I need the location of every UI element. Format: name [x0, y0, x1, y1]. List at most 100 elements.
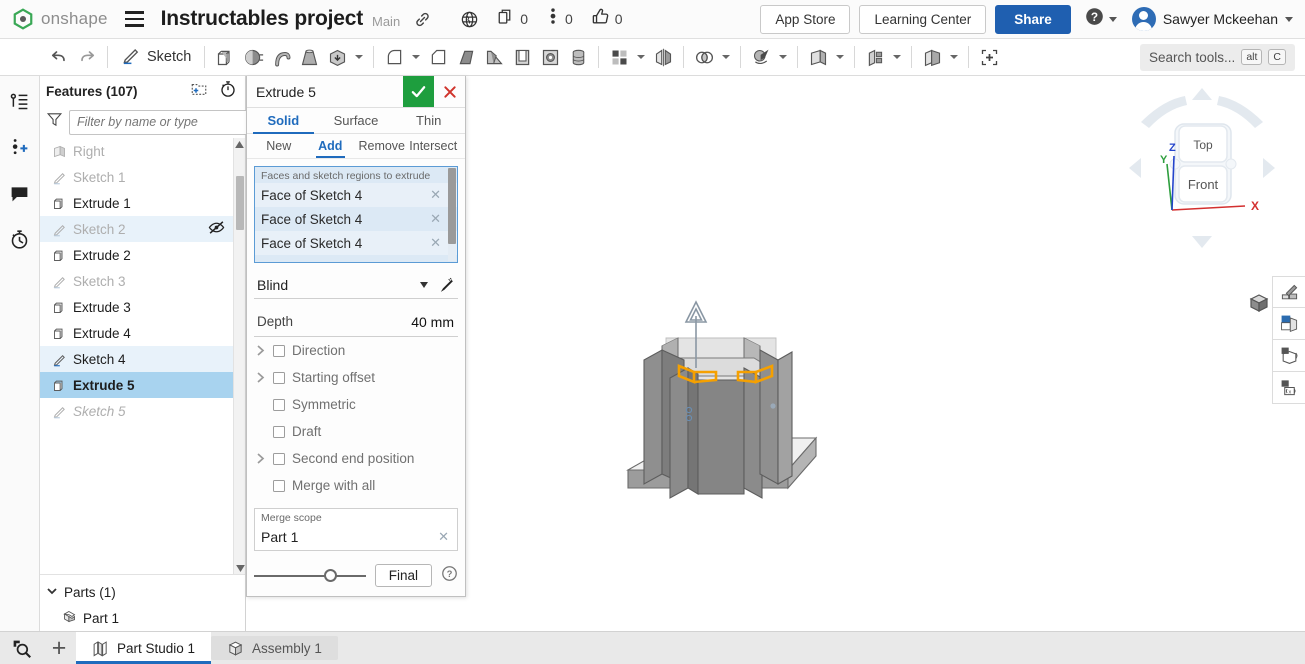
hamburger-menu-icon[interactable] [122, 6, 148, 32]
page-title[interactable]: Instructables project [161, 7, 363, 31]
face-item[interactable]: Face of Sketch 4✕ [255, 207, 457, 231]
select-all-icon[interactable] [975, 42, 1003, 72]
confirm-button[interactable] [403, 76, 434, 107]
option-second-end-position[interactable]: Second end position [254, 445, 458, 472]
feature-row-sketch-4[interactable]: Sketch 4 [40, 346, 233, 372]
merge-scope-row[interactable]: Part 1 ✕ [255, 524, 457, 550]
cancel-button[interactable] [434, 76, 465, 107]
shell-icon[interactable] [508, 42, 536, 72]
checkbox[interactable] [273, 345, 285, 357]
mirror-icon[interactable] [649, 42, 677, 72]
app-store-button[interactable]: App Store [760, 5, 850, 34]
checkbox[interactable] [273, 426, 285, 438]
more-solid-tools-icon[interactable] [323, 42, 351, 72]
chevron-right-icon[interactable] [254, 453, 266, 464]
derive-icon[interactable] [918, 42, 946, 72]
subtab-add[interactable]: Add [305, 134, 357, 158]
chevron-down-icon[interactable] [950, 55, 958, 59]
likes-stat[interactable]: 0 [591, 7, 623, 31]
feature-row-extrude-2[interactable]: Extrude 2 [40, 242, 233, 268]
add-tab-icon[interactable]: + [42, 632, 76, 664]
remove-face-icon[interactable]: ✕ [430, 187, 441, 203]
flip-direction-icon[interactable] [434, 273, 458, 297]
merge-scope-box[interactable]: Merge scope Part 1 ✕ [254, 508, 458, 551]
option-draft[interactable]: Draft [254, 418, 458, 445]
feature-row-sketch-1[interactable]: Sketch 1 [40, 164, 233, 190]
chevron-down-icon[interactable] [779, 55, 787, 59]
configurations-icon[interactable] [1272, 340, 1305, 372]
fillet-icon[interactable] [380, 42, 408, 72]
scroll-up-arrow-icon[interactable] [234, 138, 245, 150]
extruded-part-model[interactable] [626, 298, 846, 528]
chevron-right-icon[interactable] [254, 345, 266, 356]
share-button[interactable]: Share [995, 5, 1071, 34]
feature-row-extrude-5[interactable]: Extrude 5 [40, 372, 233, 398]
appearance-icon[interactable] [1272, 276, 1305, 308]
view-cube[interactable]: Top Front X Y Z [1127, 86, 1287, 256]
pattern-icon[interactable] [605, 42, 633, 72]
slider-knob[interactable] [324, 569, 337, 582]
scrollbar-thumb[interactable] [236, 176, 244, 230]
feature-row-right[interactable]: Right [40, 138, 233, 164]
checkbox[interactable] [273, 480, 285, 492]
onshape-logo[interactable]: onshape [8, 8, 108, 30]
option-merge-with-all[interactable]: Merge with all [254, 472, 458, 499]
end-type-select[interactable]: Blind [254, 272, 458, 299]
subtab-new[interactable]: New [253, 134, 305, 158]
link-icon[interactable] [413, 10, 432, 29]
rollback-timer-icon[interactable] [219, 80, 237, 103]
chevron-down-icon[interactable] [836, 55, 844, 59]
faces-selection-box[interactable]: Faces and sketch regions to extrude Face… [254, 166, 458, 263]
tab-surface[interactable]: Surface [320, 108, 393, 133]
plane-icon[interactable] [804, 42, 832, 72]
chevron-down-icon[interactable] [355, 55, 363, 59]
transform-icon[interactable] [747, 42, 775, 72]
chamfer-icon[interactable] [424, 42, 452, 72]
branch-label[interactable]: Main [372, 14, 400, 29]
sketch-button[interactable]: Sketch [114, 42, 198, 72]
filter-icon[interactable] [46, 111, 63, 133]
chevron-down-icon[interactable] [412, 55, 420, 59]
remove-merge-scope-icon[interactable]: ✕ [438, 529, 449, 545]
feature-filter-input[interactable] [69, 110, 248, 135]
eye-slash-icon[interactable] [208, 220, 225, 238]
feature-list-icon[interactable] [5, 86, 35, 116]
help-circle-icon[interactable]: ? [441, 565, 458, 587]
extrude-icon[interactable] [211, 42, 239, 72]
insert-feature-icon[interactable] [5, 132, 35, 162]
chevron-down-icon[interactable] [722, 55, 730, 59]
face-item[interactable]: Face of Sketch 4✕ [255, 183, 457, 207]
split-icon[interactable] [861, 42, 889, 72]
thread-icon[interactable] [564, 42, 592, 72]
list-item[interactable]: Part 1 [40, 605, 245, 631]
search-tools-input[interactable]: Search tools... alt C [1140, 44, 1295, 71]
feature-row-extrude-1[interactable]: Extrude 1 [40, 190, 233, 216]
copies-stat[interactable]: 0 [497, 8, 528, 31]
subtab-remove[interactable]: Remove [356, 134, 408, 158]
boolean-icon[interactable] [690, 42, 718, 72]
learning-center-button[interactable]: Learning Center [859, 5, 986, 34]
redo-icon[interactable] [73, 42, 101, 72]
checkbox[interactable] [273, 372, 285, 384]
remove-face-icon[interactable]: ✕ [430, 259, 441, 263]
user-menu[interactable]: Sawyer Mckeehan [1132, 7, 1293, 31]
tab-part-studio-1[interactable]: Part Studio 1 [76, 632, 211, 664]
draft-icon[interactable] [452, 42, 480, 72]
rollback-slider[interactable] [254, 569, 366, 583]
scroll-down-arrow-icon[interactable] [234, 562, 245, 574]
depth-field[interactable]: Depth 40 mm [254, 307, 458, 337]
chevron-down-icon[interactable] [893, 55, 901, 59]
history-icon[interactable] [5, 224, 35, 254]
chevron-down-icon[interactable] [637, 55, 645, 59]
help-menu[interactable]: ? [1084, 6, 1117, 32]
tab-assembly-1[interactable]: Assembly 1 [211, 636, 338, 660]
sweep-icon[interactable] [267, 42, 295, 72]
feature-row-sketch-5[interactable]: Sketch 5 [40, 398, 233, 424]
branches-stat[interactable]: 0 [546, 7, 573, 31]
feature-row-sketch-2[interactable]: Sketch 2 [40, 216, 233, 242]
final-button[interactable]: Final [375, 564, 432, 587]
tab-thin[interactable]: Thin [392, 108, 465, 133]
remove-face-icon[interactable]: ✕ [430, 235, 441, 251]
option-starting-offset[interactable]: Starting offset [254, 364, 458, 391]
option-direction[interactable]: Direction [254, 337, 458, 364]
